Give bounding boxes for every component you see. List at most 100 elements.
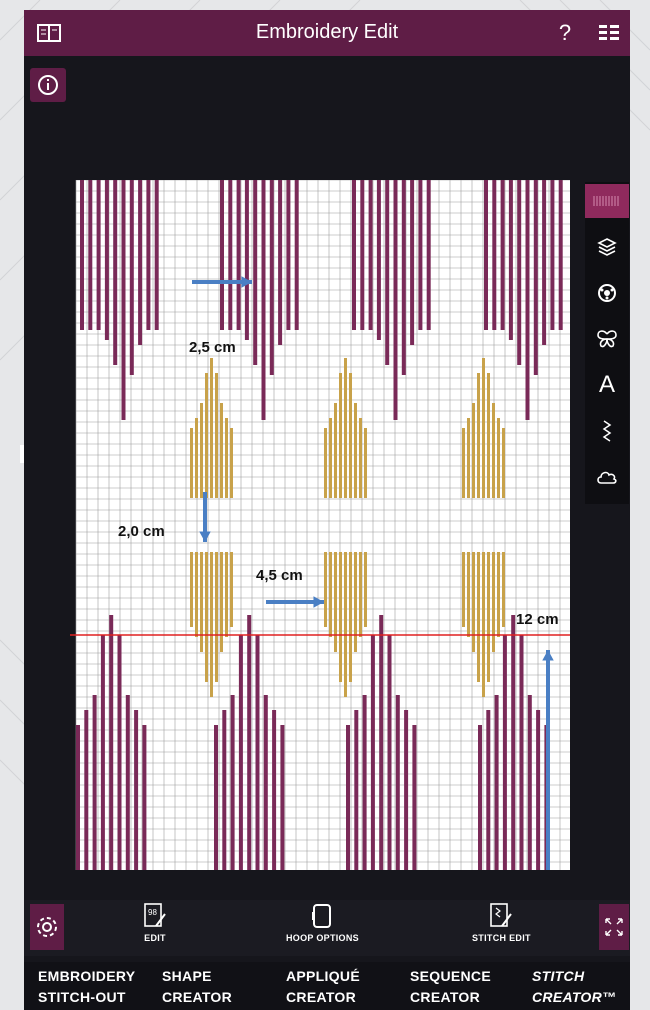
nav-stitch-creator[interactable]: Stitch Creator™	[532, 966, 616, 1008]
gold-stitch	[497, 552, 500, 637]
stripe-top	[533, 180, 538, 375]
app-window: Embroidery Edit ? 2,5 cm 2,0 cm 4,5 cm 12 c…	[24, 10, 630, 1010]
gold-stitch	[344, 358, 347, 498]
zigzag-icon[interactable]	[585, 414, 629, 448]
stripe-bottom	[362, 695, 367, 870]
nav-embroidery-stitchout[interactable]: Embroidery Stitch-out	[38, 966, 135, 1008]
stripe-top	[96, 180, 101, 330]
layers-icon[interactable]	[585, 230, 629, 264]
stripe-bottom	[519, 635, 524, 870]
stripe-top	[418, 180, 423, 330]
stripe-bottom	[222, 710, 227, 870]
stripe-bottom	[346, 725, 350, 870]
gold-stitch	[487, 552, 490, 682]
nav-embroidery-line1: Embroidery	[38, 968, 136, 984]
stripe-bottom	[354, 710, 359, 870]
gold-stitch	[359, 552, 362, 637]
gold-stitch	[467, 552, 470, 637]
expand-icon	[605, 918, 623, 936]
gold-stitch	[354, 403, 357, 498]
stripe-top	[154, 180, 159, 330]
stripe-top	[393, 180, 398, 420]
butterfly-icon[interactable]	[585, 322, 629, 356]
nav-shape-creator[interactable]: Shape Creator	[162, 966, 232, 1008]
stripe-bottom	[280, 725, 285, 870]
nav-shape-line2: Creator	[162, 989, 233, 1005]
stripe-top	[236, 180, 241, 330]
stripe-top	[426, 180, 431, 330]
gold-stitch	[210, 358, 213, 498]
gold-stitch	[482, 358, 485, 498]
gold-stitch	[215, 552, 218, 682]
stripe-bottom	[76, 725, 80, 870]
stripe-bottom	[84, 710, 89, 870]
module-nav: Embroidery Stitch-out Shape Creator Appl…	[24, 962, 630, 1010]
stripe-top	[385, 180, 390, 365]
stripe-top	[113, 180, 118, 365]
stripe-bottom	[117, 635, 122, 870]
gold-stitch	[354, 552, 357, 652]
gold-stitch	[472, 552, 475, 652]
stripe-top	[517, 180, 522, 365]
help-icon[interactable]: ?	[550, 19, 580, 47]
stripe-top	[542, 180, 547, 345]
hoop-options-button[interactable]: HOOP OPTIONS	[286, 902, 359, 943]
stripe-bottom	[486, 710, 491, 870]
stitch-tool-icon[interactable]	[585, 184, 629, 218]
gold-stitch	[359, 418, 362, 498]
stripe-top	[508, 180, 513, 340]
nav-applique-line2: Creator	[286, 989, 357, 1005]
stripe-bottom	[92, 695, 97, 870]
stripe-top	[244, 180, 249, 340]
gold-stitch	[364, 552, 367, 627]
gold-stitch	[334, 552, 337, 652]
gold-stitch	[482, 552, 485, 697]
stripe-bottom	[502, 635, 507, 870]
gold-stitch	[492, 552, 495, 652]
nav-sequence-creator[interactable]: Sequence Creator	[410, 966, 491, 1008]
stripe-bottom	[230, 695, 235, 870]
gold-stitch	[195, 552, 198, 637]
gold-stitch	[210, 552, 213, 697]
stripe-bottom	[412, 725, 417, 870]
title-bar: Embroidery Edit ?	[24, 10, 630, 56]
stripe-bottom	[370, 635, 375, 870]
stripe-bottom	[134, 710, 139, 870]
settings-button[interactable]	[30, 904, 64, 950]
stripe-bottom	[125, 695, 130, 870]
stitch-edit-label: STITCH EDIT	[472, 933, 531, 943]
gold-stitch	[195, 418, 198, 498]
gold-stitch	[477, 552, 480, 682]
stripe-top	[146, 180, 151, 330]
gold-stitch	[472, 403, 475, 498]
list-menu-icon[interactable]	[594, 19, 624, 47]
stripe-bottom	[511, 615, 516, 870]
gold-stitch	[205, 373, 208, 498]
stripe-top	[121, 180, 126, 420]
text-icon[interactable]: A	[585, 368, 629, 402]
color-wheel-icon[interactable]	[585, 276, 629, 310]
edit-label: EDIT	[144, 933, 166, 943]
nav-sequence-line2: Creator	[410, 989, 481, 1005]
gold-stitch	[200, 552, 203, 652]
edit-icon: 98	[144, 903, 166, 927]
info-button[interactable]	[30, 68, 66, 102]
gold-stitch	[492, 403, 495, 498]
embroidery-canvas[interactable]: 2,5 cm 2,0 cm 4,5 cm 12 cm	[70, 179, 570, 870]
stripe-bottom	[395, 695, 400, 870]
stripe-bottom	[478, 725, 482, 870]
gold-stitch	[230, 428, 233, 498]
gold-stitch	[349, 373, 352, 498]
svg-text:98: 98	[148, 908, 157, 917]
stripe-bottom	[238, 635, 243, 870]
annotation-12cm: 12 cm	[516, 611, 559, 628]
expand-button[interactable]	[599, 904, 629, 950]
stripe-top	[484, 180, 488, 330]
edit-button[interactable]: 98 EDIT	[142, 902, 168, 943]
nav-applique-creator[interactable]: Appliqué Creator	[286, 966, 360, 1008]
stitch-edit-button[interactable]: STITCH EDIT	[472, 902, 531, 943]
gold-stitch	[190, 552, 193, 627]
stripe-top	[286, 180, 291, 330]
stripe-top	[500, 180, 505, 330]
cloud-icon[interactable]	[585, 460, 629, 494]
